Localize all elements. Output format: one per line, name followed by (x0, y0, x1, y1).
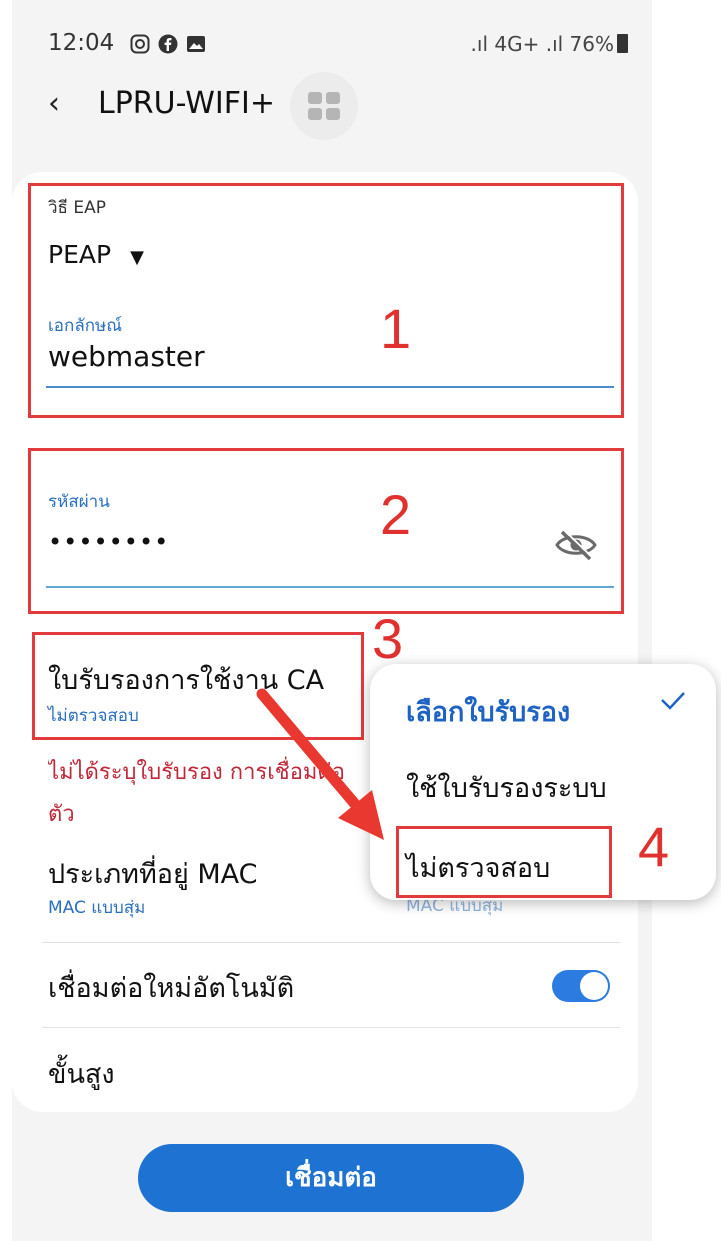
annotation-arrow (256, 688, 384, 840)
connect-button[interactable]: เชื่อมต่อ (138, 1144, 524, 1212)
